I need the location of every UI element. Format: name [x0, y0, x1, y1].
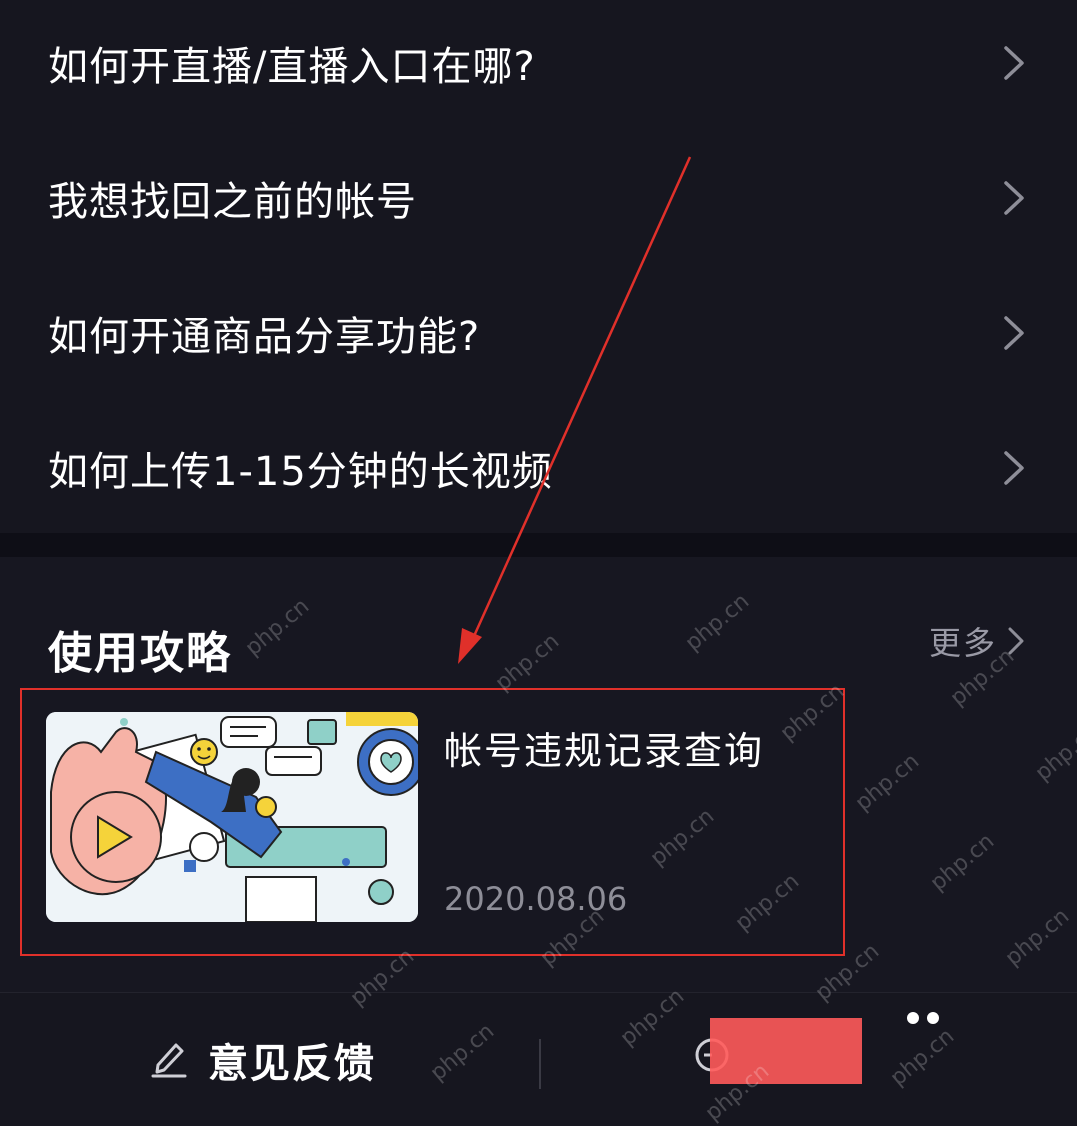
chevron-right-icon [1003, 450, 1025, 486]
feedback-label: 意见反馈 [208, 1041, 376, 1087]
faq-item-label: 如何上传1-15分钟的长视频 [48, 448, 553, 495]
faq-item-live[interactable]: 如何开直播/直播入口在哪? [0, 0, 1077, 130]
chevron-right-icon [1003, 315, 1025, 351]
faq-item-label: 我想找回之前的帐号 [48, 178, 417, 225]
chevron-right-icon [1007, 626, 1025, 656]
faq-item-long-video[interactable]: 如何上传1-15分钟的长视频 [0, 400, 1077, 535]
annotation-highlight-box [20, 688, 845, 956]
feedback-button[interactable]: 意见反馈 [150, 1031, 376, 1089]
faq-item-label: 如何开通商品分享功能? [48, 313, 481, 360]
more-link[interactable]: 更多 [928, 621, 1025, 662]
faq-item-recover-account[interactable]: 我想找回之前的帐号 [0, 130, 1077, 265]
faq-list: 如何开直播/直播入口在哪? 我想找回之前的帐号 如何开通商品分享功能? 如何上传… [0, 0, 1077, 533]
bar-separator [539, 1039, 541, 1089]
chevron-right-icon [1003, 45, 1025, 81]
dots-icon [907, 1012, 939, 1024]
pencil-icon [150, 1037, 188, 1083]
faq-item-product-share[interactable]: 如何开通商品分享功能? [0, 265, 1077, 400]
faq-item-label: 如何开直播/直播入口在哪? [48, 43, 536, 90]
chevron-right-icon [1003, 180, 1025, 216]
section-divider [0, 533, 1077, 557]
redaction-overlay [710, 1018, 862, 1084]
section-title: 使用攻略 [48, 628, 232, 679]
more-label: 更多 [928, 624, 997, 662]
